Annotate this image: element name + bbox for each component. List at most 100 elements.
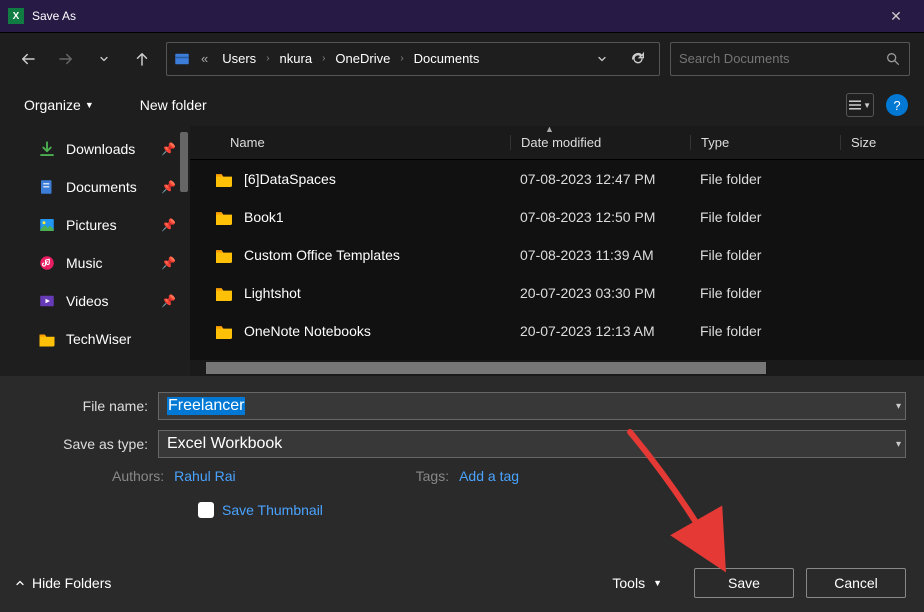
excel-icon: X — [8, 8, 24, 24]
new-folder-button[interactable]: New folder — [132, 93, 215, 117]
pin-icon: 📌 — [161, 218, 176, 232]
save-type-select[interactable]: Excel Workbook ▾ — [158, 430, 906, 458]
arrow-right-icon — [57, 50, 75, 68]
main-area: Downloads 📌 Documents 📌 Pictures 📌 Music… — [0, 126, 924, 376]
back-button[interactable] — [14, 45, 42, 73]
column-size[interactable]: Size — [840, 135, 924, 150]
pin-icon: 📌 — [161, 294, 176, 308]
music-icon — [38, 254, 56, 272]
file-name-input[interactable]: Freelancer ▾ — [158, 392, 906, 420]
folder-icon — [214, 247, 234, 263]
tags-value[interactable]: Add a tag — [459, 468, 519, 484]
file-name-label: File name: — [18, 398, 158, 414]
folder-icon — [214, 171, 234, 187]
breadcrumb-item[interactable]: Users — [218, 51, 260, 66]
sidebar-label: Downloads — [66, 141, 135, 157]
chevron-right-icon: › — [266, 53, 269, 64]
caret-down-icon: ▼ — [653, 578, 662, 588]
column-name[interactable]: Name — [190, 135, 510, 150]
arrow-left-icon — [19, 50, 37, 68]
sidebar-item-documents[interactable]: Documents 📌 — [0, 168, 190, 206]
sidebar-item-music[interactable]: Music 📌 — [0, 244, 190, 282]
sidebar-label: Documents — [66, 179, 137, 195]
address-bar[interactable]: « Users › nkura › OneDrive › Documents — [166, 42, 660, 76]
sidebar-label: Pictures — [66, 217, 117, 233]
column-date[interactable]: Date modified — [510, 135, 690, 150]
breadcrumb-item[interactable]: nkura — [276, 51, 317, 66]
tools-dropdown[interactable]: Tools ▼ — [612, 575, 662, 591]
footer: Hide Folders Tools ▼ Save Cancel — [14, 568, 906, 598]
recent-dropdown[interactable] — [90, 45, 118, 73]
view-mode-button[interactable]: ▼ — [846, 93, 874, 117]
authors-label: Authors: — [112, 468, 164, 484]
organize-button[interactable]: Organize ▼ — [16, 93, 102, 117]
caret-down-icon: ▼ — [85, 100, 94, 110]
sidebar-label: Music — [66, 255, 103, 271]
column-headers: ▲ Name Date modified Type Size — [190, 126, 924, 160]
sidebar-item-techwiser[interactable]: TechWiser — [0, 320, 190, 358]
chevron-up-icon — [14, 577, 26, 589]
forward-button[interactable] — [52, 45, 80, 73]
save-type-label: Save as type: — [18, 436, 158, 452]
search-box[interactable] — [670, 42, 910, 76]
table-row[interactable]: [6]DataSpaces 07-08-2023 12:47 PM File f… — [190, 160, 924, 198]
search-icon — [885, 51, 901, 67]
tags-label: Tags: — [416, 468, 449, 484]
pin-icon: 📌 — [161, 256, 176, 270]
dropdown-icon[interactable]: ▾ — [896, 439, 901, 450]
save-thumbnail-checkbox[interactable] — [198, 502, 214, 518]
table-row[interactable]: Book1 07-08-2023 12:50 PM File folder — [190, 198, 924, 236]
save-type-value: Excel Workbook — [167, 435, 282, 453]
sidebar-item-videos[interactable]: Videos 📌 — [0, 282, 190, 320]
sidebar-scrollbar[interactable] — [180, 132, 188, 192]
sidebar-item-downloads[interactable]: Downloads 📌 — [0, 130, 190, 168]
up-button[interactable] — [128, 45, 156, 73]
breadcrumb-item[interactable]: Documents — [410, 51, 484, 66]
sidebar-label: Videos — [66, 293, 109, 309]
caret-down-icon: ▼ — [863, 101, 871, 110]
chevron-down-icon — [98, 53, 110, 65]
refresh-icon — [630, 51, 646, 67]
authors-value[interactable]: Rahul Rai — [174, 468, 235, 484]
file-name-value: Freelancer — [167, 397, 245, 415]
file-rows: [6]DataSpaces 07-08-2023 12:47 PM File f… — [190, 160, 924, 360]
download-icon — [38, 140, 56, 158]
sidebar-label: TechWiser — [66, 331, 131, 347]
window-title: Save As — [32, 9, 876, 23]
folder-icon — [38, 330, 56, 348]
sort-indicator-icon: ▲ — [545, 124, 554, 134]
column-type[interactable]: Type — [690, 135, 840, 150]
close-button[interactable]: ✕ — [876, 0, 916, 32]
help-button[interactable]: ? — [886, 94, 908, 116]
folder-icon — [214, 285, 234, 301]
save-thumbnail-label: Save Thumbnail — [222, 502, 323, 518]
chevron-down-icon — [596, 53, 608, 65]
dropdown-icon[interactable]: ▾ — [896, 401, 901, 412]
horizontal-scrollbar[interactable] — [190, 360, 924, 376]
hide-folders-button[interactable]: Hide Folders — [14, 575, 111, 591]
pictures-icon — [38, 216, 56, 234]
list-view-icon — [849, 99, 861, 111]
toolbar: Organize ▼ New folder ▼ ? — [0, 84, 924, 126]
file-pane: ▲ Name Date modified Type Size [6]DataSp… — [190, 126, 924, 376]
search-input[interactable] — [679, 51, 885, 66]
address-dropdown[interactable] — [587, 53, 617, 65]
folder-icon — [173, 50, 191, 68]
save-button[interactable]: Save — [694, 568, 794, 598]
pin-icon: 📌 — [161, 180, 176, 194]
sidebar-item-pictures[interactable]: Pictures 📌 — [0, 206, 190, 244]
folder-icon — [214, 323, 234, 339]
scrollbar-thumb[interactable] — [206, 362, 766, 374]
save-thumbnail-row[interactable]: Save Thumbnail — [198, 502, 906, 518]
breadcrumb-item[interactable]: OneDrive — [331, 51, 394, 66]
breadcrumb-root: « — [197, 51, 212, 66]
table-row[interactable]: Lightshot 20-07-2023 03:30 PM File folde… — [190, 274, 924, 312]
folder-icon — [214, 209, 234, 225]
sidebar: Downloads 📌 Documents 📌 Pictures 📌 Music… — [0, 126, 190, 376]
nav-row: « Users › nkura › OneDrive › Documents — [0, 32, 924, 84]
videos-icon — [38, 292, 56, 310]
table-row[interactable]: OneNote Notebooks 20-07-2023 12:13 AM Fi… — [190, 312, 924, 350]
table-row[interactable]: Custom Office Templates 07-08-2023 11:39… — [190, 236, 924, 274]
cancel-button[interactable]: Cancel — [806, 568, 906, 598]
refresh-button[interactable] — [623, 51, 653, 67]
